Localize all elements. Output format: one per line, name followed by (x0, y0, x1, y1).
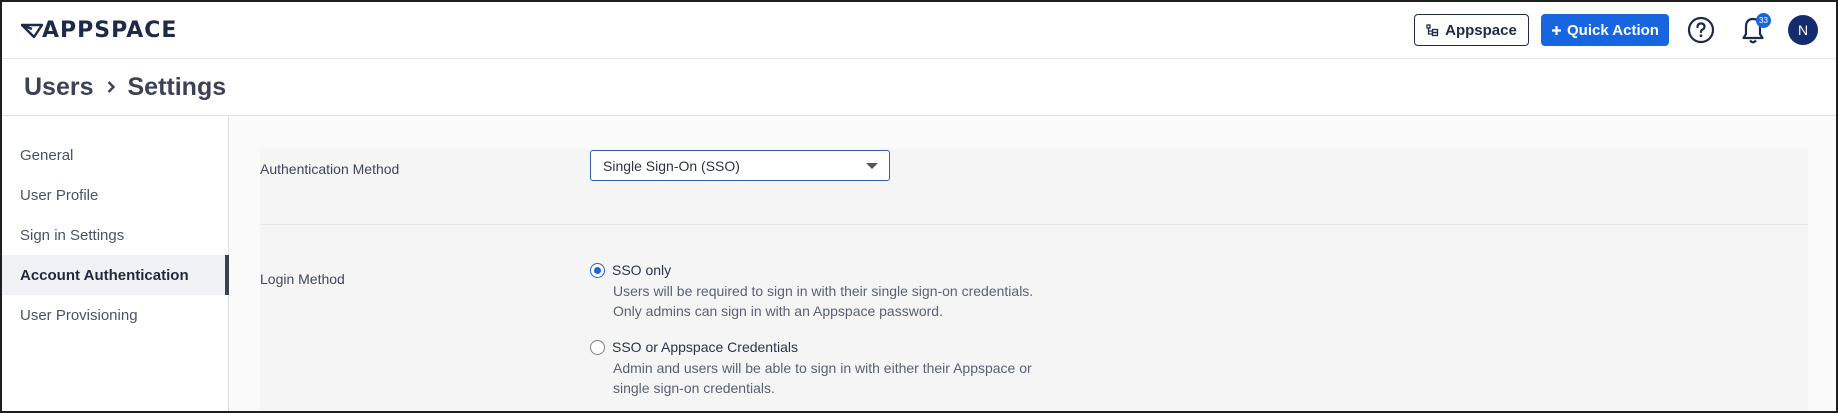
appspace-switch-button[interactable]: Appspace (1414, 14, 1529, 46)
help-icon[interactable] (1687, 16, 1715, 44)
appspace-logo[interactable]: APPSPACE (20, 17, 178, 43)
caret-down-icon (866, 163, 878, 169)
authentication-method-select[interactable]: Single Sign-On (SSO) (590, 150, 890, 181)
section-divider (260, 224, 1808, 225)
settings-panel (260, 149, 1808, 411)
sidebar-item-user-provisioning[interactable]: User Provisioning (2, 295, 229, 335)
logo-text: APPSPACE (42, 17, 178, 43)
option-description-line: Only admins can sign in with an Appspace… (613, 303, 943, 319)
breadcrumb-settings: Settings (127, 72, 227, 101)
authentication-method-value: Single Sign-On (SSO) (603, 157, 740, 174)
radio-sso-or-appspace[interactable] (590, 340, 605, 355)
option-description-line: single sign-on credentials. (613, 380, 775, 396)
authentication-method-label: Authentication Method (260, 161, 400, 177)
main-content: Authentication Method Single Sign-On (SS… (230, 117, 1836, 411)
breadcrumb: Users Settings (2, 59, 1836, 116)
option-description-line: Admin and users will be able to sign in … (613, 360, 1032, 376)
sidebar-item-general[interactable]: General (2, 135, 229, 175)
login-method-label: Login Method (260, 271, 345, 287)
breadcrumb-users[interactable]: Users (24, 73, 94, 102)
appspace-button-label: Appspace (1445, 21, 1517, 39)
app-window: APPSPACE Appspace Quick Action 33 N User… (0, 0, 1838, 413)
option-description-line: Users will be required to sign in with t… (613, 283, 1034, 299)
sidebar-item-user-profile[interactable]: User Profile (2, 175, 229, 215)
radio-sso-only[interactable] (590, 263, 605, 278)
notification-count-badge: 33 (1756, 13, 1771, 28)
user-avatar[interactable]: N (1788, 15, 1818, 45)
option-title-sso-or-appspace[interactable]: SSO or Appspace Credentials (612, 339, 798, 355)
chevron-right-icon (107, 81, 115, 93)
option-title-sso-only[interactable]: SSO only (612, 262, 671, 278)
sidebar-item-account-authentication[interactable]: Account Authentication (2, 255, 229, 295)
sidebar-item-sign-in-settings[interactable]: Sign in Settings (2, 215, 229, 255)
settings-sidebar: General User Profile Sign in Settings Ac… (2, 116, 229, 411)
top-header: APPSPACE Appspace Quick Action 33 N (2, 2, 1836, 59)
hierarchy-icon (1426, 23, 1439, 36)
quick-action-button[interactable]: Quick Action (1541, 14, 1669, 46)
logo-mark-icon (20, 23, 44, 39)
quick-action-label: Quick Action (1567, 21, 1659, 39)
plus-icon (1552, 25, 1562, 35)
